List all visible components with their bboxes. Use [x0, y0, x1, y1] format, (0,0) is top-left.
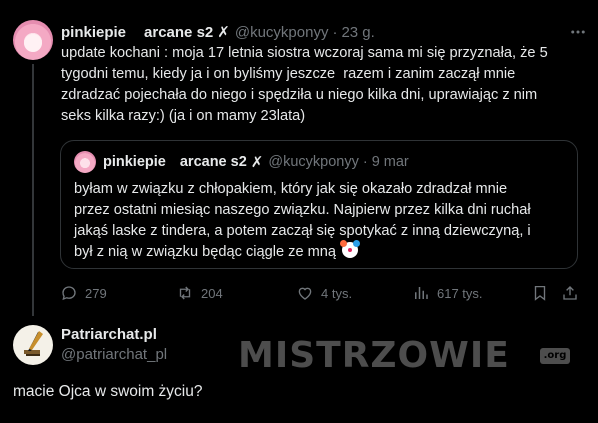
author-alias[interactable]: arcane s2	[144, 24, 213, 41]
action-bar: 279 204 4 tys. 617 tys.	[60, 282, 585, 304]
quoted-tweet-text: byłam w związku z chłopakiem, który jak …	[74, 181, 531, 260]
quoted-author-handle: @kucykponyy	[268, 154, 359, 170]
more-options-icon[interactable]	[569, 23, 587, 41]
quoted-tweet-text-block: byłam w związku z chłopakiem, który jak …	[74, 179, 566, 263]
quoted-author-alias: arcane s2	[179, 154, 247, 170]
separator-dot: ·	[362, 154, 368, 170]
author-handle[interactable]: @kucykponyy	[235, 24, 329, 41]
reply-author-name[interactable]: Patriarchat.pl	[61, 326, 157, 343]
author-avatar[interactable]	[13, 20, 53, 60]
reply-count: 279	[85, 285, 107, 301]
views-chart-icon	[415, 287, 428, 299]
tweet-text: update kochani : moja 17 letnia siostra …	[61, 45, 548, 124]
clown-face-icon	[340, 240, 359, 258]
repost-count: 204	[201, 285, 223, 301]
thread-line	[32, 64, 34, 316]
tweet-header: pinkiepie arcane s2 ✗ @kucykponyy · 23 g…	[61, 22, 375, 42]
author-name[interactable]: pinkiepie	[61, 24, 126, 41]
watermark-badge: .org	[540, 348, 570, 364]
repost-button[interactable]: 204	[176, 282, 223, 304]
quoted-tweet[interactable]: pinkiepie arcane s2 ✗ @kucykponyy · 9 ma…	[60, 140, 578, 269]
quoted-author-name: pinkiepie	[103, 154, 166, 170]
tweet-time[interactable]: 23 g.	[341, 24, 374, 41]
like-button[interactable]: 4 tys.	[296, 282, 352, 304]
patriarchat-avatar[interactable]	[13, 325, 53, 365]
bookmark-button[interactable]	[531, 282, 556, 304]
separator-dot: ·	[332, 23, 338, 41]
reply-button[interactable]: 279	[60, 282, 107, 304]
quoted-tweet-time: 9 mar	[371, 154, 409, 170]
like-count: 4 tys.	[321, 285, 353, 301]
watermark-text: MISTRZOWIE	[238, 335, 510, 376]
share-button[interactable]	[561, 282, 586, 304]
share-icon	[563, 286, 577, 300]
site-watermark: MISTRZOWIE .org	[238, 336, 572, 376]
quill-logo-icon	[24, 331, 43, 356]
bookmark-icon	[534, 285, 546, 301]
quoted-author-avatar	[74, 151, 96, 173]
x-mark-icon: ✗	[250, 154, 264, 171]
views-count: 617 tys.	[437, 285, 483, 301]
repost-icon	[179, 286, 191, 300]
tweet[interactable]: pinkiepie arcane s2 ✗ @kucykponyy · 23 g…	[0, 0, 598, 316]
heart-icon	[298, 287, 312, 300]
x-mark-icon: ✗	[217, 24, 230, 41]
views-button[interactable]: 617 tys.	[412, 282, 483, 304]
reply-author-handle[interactable]: @patriarchat_pl	[61, 346, 167, 363]
reply-text: macie Ojca w swoim życiu?	[13, 383, 203, 400]
reply-icon	[62, 286, 76, 301]
quoted-tweet-header: pinkiepie arcane s2 ✗ @kucykponyy · 9 ma…	[103, 152, 409, 172]
